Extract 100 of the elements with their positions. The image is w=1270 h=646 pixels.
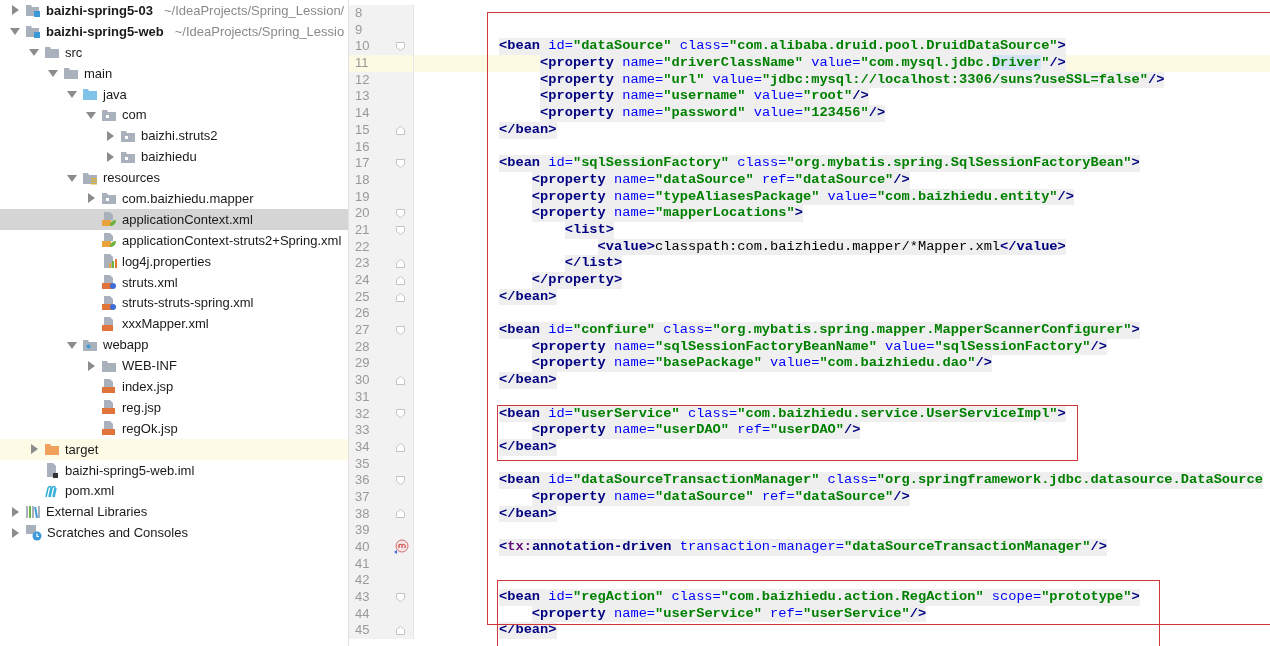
fold-marker-icon[interactable] xyxy=(396,292,406,302)
tree-item-label: com xyxy=(122,107,147,123)
tree-item[interactable]: src xyxy=(0,41,348,63)
fold-marker-icon[interactable] xyxy=(396,259,406,269)
tree-item-label: Scratches and Consoles xyxy=(47,525,188,541)
fold-marker-icon[interactable] xyxy=(396,275,406,285)
collapsed-arrow-icon[interactable] xyxy=(105,130,115,141)
expanded-arrow-icon[interactable] xyxy=(29,47,39,58)
tree-item[interactable]: Scratches and Consoles xyxy=(0,522,348,544)
expanded-arrow-icon[interactable] xyxy=(67,339,77,350)
tree-item[interactable]: baizhi-spring5-web ~/IdeaProjects/Spring_Lessio xyxy=(0,20,348,42)
collapsed-arrow-icon[interactable] xyxy=(29,444,39,455)
fold-marker-icon[interactable] xyxy=(396,159,406,169)
tree-item-label: baizhiedu xyxy=(141,149,197,165)
line-number: 27 xyxy=(354,322,371,339)
line-number: 13 xyxy=(354,88,371,106)
tree-item-label: struts-struts-spring.xml xyxy=(122,295,254,311)
tree-item[interactable]: struts-struts-spring.xml xyxy=(0,292,348,314)
fold-marker-icon[interactable] xyxy=(396,375,406,385)
line-number: 18 xyxy=(354,171,371,189)
line-number: 36 xyxy=(354,472,371,489)
tree-item[interactable]: baizhi.struts2 xyxy=(0,125,348,147)
line-number: 12 xyxy=(354,71,371,89)
line-number: 44 xyxy=(354,605,371,623)
xml-file-icon xyxy=(101,211,117,228)
scratches-icon xyxy=(25,524,42,542)
tree-item[interactable]: applicationContext-struts2+Spring.xml xyxy=(0,229,348,251)
project-path: ~/IdeaProjects/Spring_Lession/ xyxy=(163,2,345,18)
tree-item[interactable]: pom.xml xyxy=(0,480,348,502)
fold-marker-icon[interactable] xyxy=(396,125,406,135)
folder-icon xyxy=(82,86,98,102)
xml-file-icon xyxy=(101,232,117,249)
fold-marker-icon[interactable] xyxy=(396,409,406,419)
tree-item[interactable]: main xyxy=(0,62,348,84)
tree-item[interactable]: webapp xyxy=(0,334,348,356)
tree-item[interactable]: resources xyxy=(0,167,348,188)
expanded-arrow-icon[interactable] xyxy=(86,109,96,120)
tree-item[interactable]: xxxMapper.xml xyxy=(0,313,348,335)
tree-item[interactable]: com xyxy=(0,104,348,126)
fold-marker-icon[interactable] xyxy=(396,42,406,52)
expanded-arrow-icon[interactable] xyxy=(67,89,77,99)
collapsed-arrow-icon[interactable] xyxy=(10,5,20,16)
tree-item-label: main xyxy=(84,65,113,81)
line-number: 37 xyxy=(354,488,371,506)
tree-item[interactable]: baizhi-spring5-03 ~/IdeaProjects/Spring_Lession/ xyxy=(0,0,348,21)
tree-item-label: baizhi.struts2 xyxy=(141,128,218,144)
line-number: 45 xyxy=(354,622,371,640)
line-number: 26 xyxy=(354,305,371,323)
tree-item[interactable]: External Libraries xyxy=(0,501,348,523)
fold-marker-icon[interactable] xyxy=(396,225,406,235)
tree-item[interactable]: regOk.jsp xyxy=(0,417,348,439)
tree-item-label: log4j.properties xyxy=(122,253,211,269)
line-number: 15 xyxy=(354,121,371,139)
tree-item-label: com.baizhiedu.mapper xyxy=(122,190,254,206)
fold-marker-icon[interactable] xyxy=(396,325,406,335)
tree-item[interactable]: WEB-INF xyxy=(0,355,348,377)
expanded-arrow-icon[interactable] xyxy=(48,68,58,79)
tree-item[interactable]: reg.jsp xyxy=(0,396,348,418)
line-number: 16 xyxy=(354,138,371,156)
module-icon xyxy=(25,23,41,40)
tree-item[interactable]: target xyxy=(0,438,348,460)
tree-item-label: baizhi-spring5-web xyxy=(46,23,164,39)
folder-icon xyxy=(44,44,60,61)
line-number: 32 xyxy=(354,405,371,423)
bean-marker-icon[interactable] xyxy=(392,539,409,556)
expanded-arrow-icon[interactable] xyxy=(10,26,20,37)
line-number: 35 xyxy=(354,455,371,473)
tree-item[interactable]: baizhiedu xyxy=(0,146,348,168)
collapsed-arrow-icon[interactable] xyxy=(86,193,96,204)
tree-item[interactable]: struts.xml xyxy=(0,271,348,293)
collapsed-arrow-icon[interactable] xyxy=(10,527,20,538)
module-icon xyxy=(25,2,41,19)
tree-item-label: struts.xml xyxy=(122,274,178,290)
fold-marker-icon[interactable] xyxy=(396,592,406,602)
fold-marker-icon[interactable] xyxy=(396,442,406,452)
tree-item[interactable]: index.jsp xyxy=(0,376,348,397)
line-number: 28 xyxy=(354,338,371,356)
tree-item[interactable]: java xyxy=(0,83,348,105)
project-path: ~/IdeaProjects/Spring_Lessio xyxy=(174,23,345,39)
tree-item[interactable]: log4j.properties xyxy=(0,250,348,272)
collapsed-arrow-icon[interactable] xyxy=(86,360,96,371)
line-number: 19 xyxy=(354,188,371,206)
tree-item[interactable]: com.baizhiedu.mapper xyxy=(0,188,348,209)
libraries-icon xyxy=(25,503,41,520)
line-number: 43 xyxy=(354,589,371,606)
tree-item-label: java xyxy=(103,86,127,102)
tree-item[interactable]: applicationContext.xml xyxy=(0,208,348,230)
fold-marker-icon[interactable] xyxy=(396,626,406,636)
collapsed-arrow-icon[interactable] xyxy=(105,151,115,162)
collapsed-arrow-icon[interactable] xyxy=(10,506,20,517)
tree-item-label: webapp xyxy=(103,337,149,353)
fold-marker-icon[interactable] xyxy=(396,209,406,219)
line-number: 10 xyxy=(354,38,371,56)
tree-item[interactable]: baizhi-spring5-web.iml xyxy=(0,459,348,481)
expanded-arrow-icon[interactable] xyxy=(67,172,77,183)
tree-item-label: baizhi-spring5-web.iml xyxy=(65,462,195,478)
fold-marker-icon[interactable] xyxy=(396,509,406,519)
tree-item-label: src xyxy=(65,44,83,60)
fold-marker-icon[interactable] xyxy=(396,476,406,486)
jsp-file-icon xyxy=(101,399,117,416)
